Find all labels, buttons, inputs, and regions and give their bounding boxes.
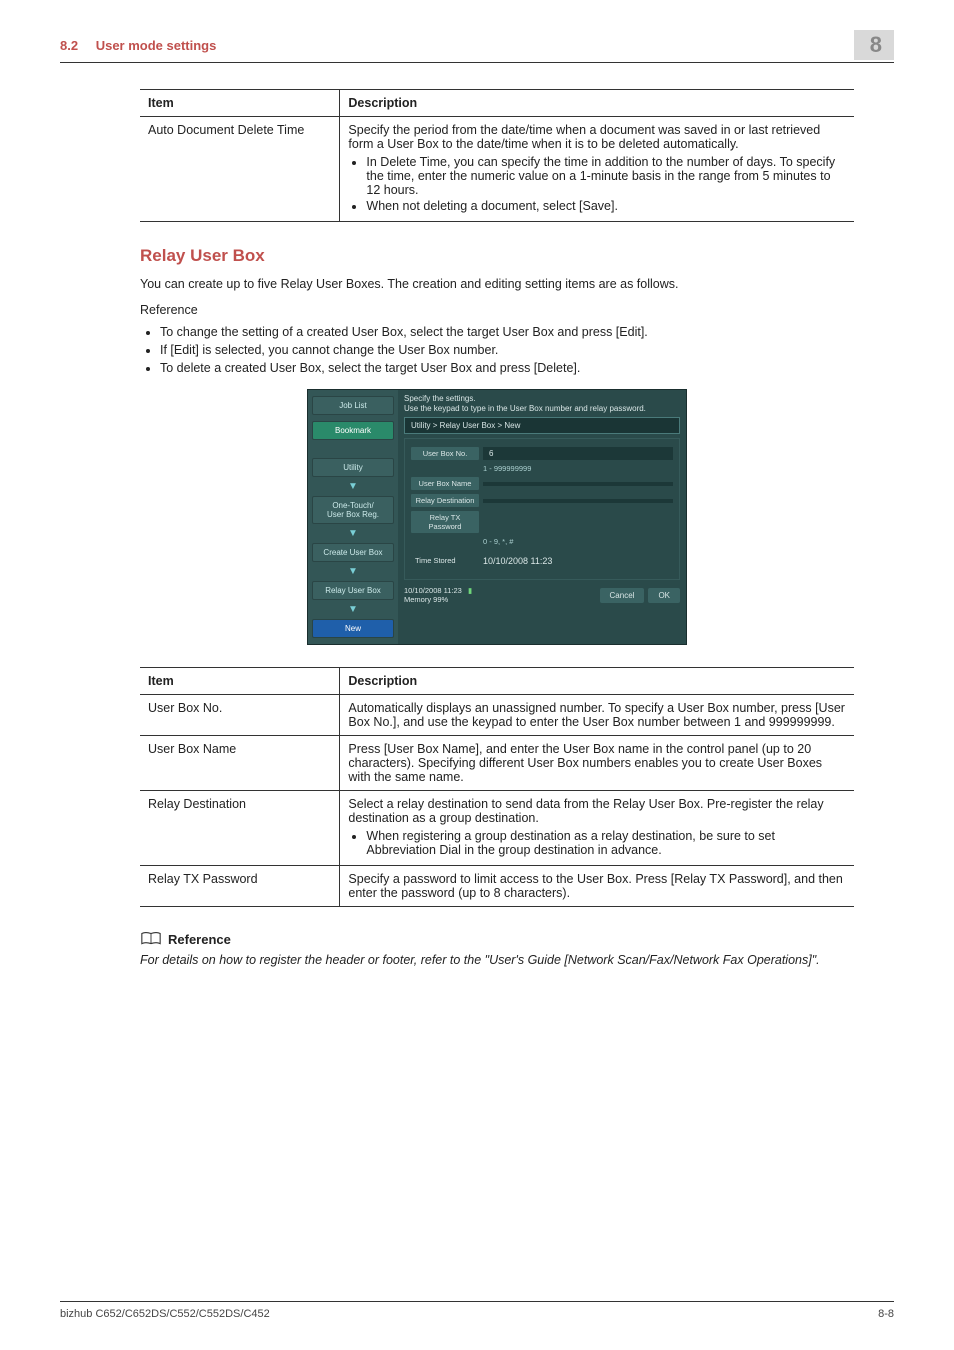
- reference-heading: Reference: [140, 931, 854, 947]
- reference-note: Reference For details on how to register…: [140, 931, 854, 970]
- breadcrumb: Utility > Relay User Box > New: [404, 417, 680, 434]
- item-cell: Relay TX Password: [140, 866, 340, 907]
- down-arrow-icon: ▼: [312, 566, 394, 577]
- relaypw-label[interactable]: Relay TX Password: [411, 511, 479, 533]
- desc-cell: Automatically displays an unassigned num…: [340, 695, 854, 736]
- relay-bullets: To change the setting of a created User …: [140, 325, 854, 375]
- section-number: 8.2: [60, 38, 78, 53]
- keypad-hint: 0 - 9, *, #: [483, 537, 673, 546]
- relaydest-value: [483, 499, 673, 503]
- page-footer: bizhub C652/C652DS/C552/C552DS/C452 8-8: [60, 1301, 894, 1320]
- device-screenshot: Job List Bookmark Utility ▼ One-Touch/ U…: [307, 389, 687, 645]
- down-arrow-icon: ▼: [312, 604, 394, 615]
- panel-instructions: Specify the settings. Use the keypad to …: [404, 394, 680, 413]
- create-userbox-button[interactable]: Create User Box: [312, 543, 394, 562]
- onetouch-button[interactable]: One-Touch/ User Box Reg.: [312, 496, 394, 524]
- table-row: User Box No. Automatically displays an u…: [140, 695, 854, 736]
- bullet-item: If [Edit] is selected, you cannot change…: [160, 343, 854, 357]
- footer-page: 8-8: [878, 1308, 894, 1320]
- desc-cell: Select a relay destination to send data …: [340, 791, 854, 866]
- table-row: Relay TX Password Specify a password to …: [140, 866, 854, 907]
- desc-text: Specify the period from the date/time wh…: [348, 123, 820, 151]
- col-item: Item: [140, 90, 340, 117]
- table-header-row: Item Description: [140, 90, 854, 117]
- userboxno-range: 1 - 999999999: [483, 464, 673, 473]
- screenshot-sidebar: Job List Bookmark Utility ▼ One-Touch/ U…: [308, 390, 398, 644]
- item-cell: User Box No.: [140, 695, 340, 736]
- table-row: Auto Document Delete Time Specify the pe…: [140, 117, 854, 222]
- userboxno-label[interactable]: User Box No.: [411, 447, 479, 460]
- new-button[interactable]: New: [312, 619, 394, 638]
- cancel-button[interactable]: Cancel: [600, 588, 645, 603]
- bullet-item: To change the setting of a created User …: [160, 325, 854, 339]
- desc-cell: Specify a password to limit access to th…: [340, 866, 854, 907]
- header-left: 8.2 User mode settings: [60, 38, 216, 53]
- instr-line1: Specify the settings.: [404, 394, 476, 403]
- page-running-header: 8.2 User mode settings 8: [60, 30, 894, 63]
- chapter-number-box: 8: [854, 30, 894, 60]
- down-arrow-icon: ▼: [312, 481, 394, 492]
- down-arrow-icon: ▼: [312, 528, 394, 539]
- table-header-row: Item Description: [140, 668, 854, 695]
- auto-delete-table: Item Description Auto Document Delete Ti…: [140, 89, 854, 222]
- footer-datetime: 10/10/2008 11:23: [404, 586, 462, 595]
- item-cell: User Box Name: [140, 736, 340, 791]
- item-cell: Auto Document Delete Time: [140, 117, 340, 222]
- userboxno-value: 6: [483, 447, 673, 460]
- reference-label: Reference: [140, 302, 854, 320]
- relay-intro: You can create up to five Relay User Box…: [140, 276, 854, 294]
- bookmark-button[interactable]: Bookmark: [312, 421, 394, 440]
- section-title: User mode settings: [96, 38, 217, 53]
- instr-line2: Use the keypad to type in the User Box n…: [404, 404, 646, 413]
- desc-bullet: When not deleting a document, select [Sa…: [366, 199, 846, 213]
- footer-status: 10/10/2008 11:23 ▮ Memory 99%: [404, 586, 472, 604]
- item-cell: Relay Destination: [140, 791, 340, 866]
- timestored-value: 10/10/2008 11:23: [483, 556, 552, 566]
- book-icon: [140, 931, 162, 947]
- col-item: Item: [140, 668, 340, 695]
- desc-text: Select a relay destination to send data …: [348, 797, 823, 825]
- ok-button[interactable]: OK: [648, 588, 680, 603]
- table-row: User Box Name Press [User Box Name], and…: [140, 736, 854, 791]
- desc-bullet: In Delete Time, you can specify the time…: [366, 155, 846, 197]
- joblist-button[interactable]: Job List: [312, 396, 394, 415]
- utility-button[interactable]: Utility: [312, 458, 394, 477]
- userboxname-label[interactable]: User Box Name: [411, 477, 479, 490]
- timestored-label: Time Stored: [411, 554, 479, 567]
- relaydest-label[interactable]: Relay Destination: [411, 494, 479, 507]
- userboxname-value: [483, 482, 673, 486]
- desc-cell: Press [User Box Name], and enter the Use…: [340, 736, 854, 791]
- relay-heading: Relay User Box: [140, 246, 854, 266]
- desc-bullet: When registering a group destination as …: [366, 829, 846, 857]
- desc-cell: Specify the period from the date/time wh…: [340, 117, 854, 222]
- page-content: Item Description Auto Document Delete Ti…: [60, 89, 894, 970]
- form-group: User Box No. 6 1 - 999999999 User Box Na…: [404, 438, 680, 580]
- footer-memory: Memory 99%: [404, 595, 448, 604]
- table-row: Relay Destination Select a relay destina…: [140, 791, 854, 866]
- screenshot-main: Specify the settings. Use the keypad to …: [398, 390, 686, 644]
- col-description: Description: [340, 90, 854, 117]
- relay-userbox-button[interactable]: Relay User Box: [312, 581, 394, 600]
- reference-text: For details on how to register the heade…: [140, 951, 854, 970]
- footer-model: bizhub C652/C652DS/C552/C552DS/C452: [60, 1308, 270, 1320]
- panel-footer: 10/10/2008 11:23 ▮ Memory 99% Cancel OK: [404, 586, 680, 604]
- col-description: Description: [340, 668, 854, 695]
- relay-settings-table: Item Description User Box No. Automatica…: [140, 667, 854, 907]
- reference-label: Reference: [168, 932, 231, 947]
- status-icon: ▮: [468, 586, 472, 595]
- bullet-item: To delete a created User Box, select the…: [160, 361, 854, 375]
